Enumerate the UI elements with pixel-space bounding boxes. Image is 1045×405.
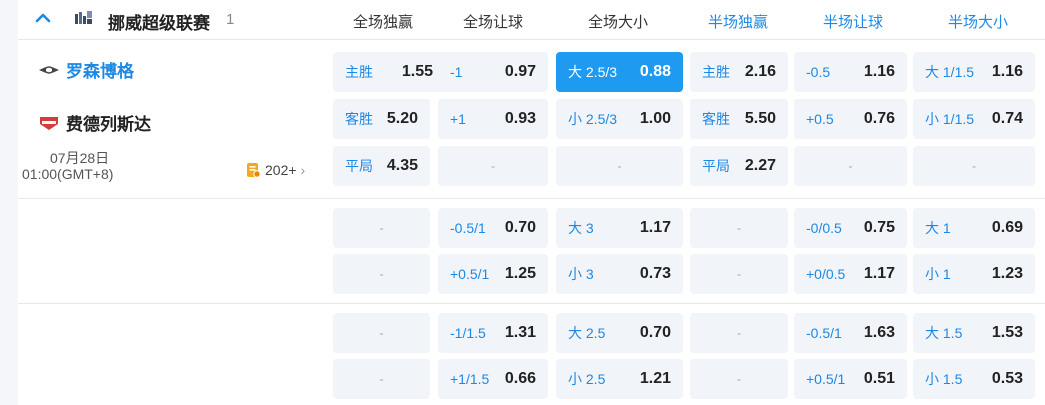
odds-empty-cell: - — [333, 359, 430, 399]
league-match-count: 1 — [226, 11, 235, 28]
odds-full-win-away[interactable]: 客胜 5.20 — [333, 99, 430, 139]
odds-empty-cell: - — [690, 208, 788, 248]
match-panel: 挪威超级联赛 1 全场独赢 全场让球 全场大小 半场独赢 半场让球 半场大小 罗… — [18, 0, 1045, 405]
odds-full-win-draw[interactable]: 平局 4.35 — [333, 146, 430, 186]
odds-full-over-under-under[interactable]: 小 2.5/3 1.00 — [556, 99, 683, 139]
col-head-half-win: 半场独赢 — [707, 14, 768, 31]
odds-full-handicap-away[interactable]: +1/1.5 0.66 — [438, 359, 548, 399]
odds-half-handicap-home[interactable]: -0.5 1.16 — [794, 52, 907, 92]
odds-full-handicap-away[interactable]: +0.5/1 1.25 — [438, 254, 548, 294]
more-markets-count: 202+ — [265, 162, 297, 178]
match-time: 01:00(GMT+8) — [22, 166, 114, 182]
odds-full-handicap-home[interactable]: -1/1.5 1.31 — [438, 313, 548, 353]
odds-empty-cell: - — [333, 208, 430, 248]
odds-full-over-under-over[interactable]: 大 2.5/3 0.88 — [556, 52, 683, 92]
league-name[interactable]: 挪威超级联赛 — [108, 9, 210, 34]
odds-empty-cell: - — [913, 146, 1035, 186]
chevron-up-icon[interactable] — [32, 7, 54, 29]
team-logo-icon — [38, 115, 60, 131]
odds-half-win-away[interactable]: 客胜 5.50 — [690, 99, 788, 139]
betslip-icon — [245, 162, 261, 178]
odds-half-over-under-over[interactable]: 大 1/1.5 1.16 — [913, 52, 1035, 92]
match-date: 07月28日 — [50, 150, 110, 166]
odds-full-over-under-over[interactable]: 大 2.5 0.70 — [556, 313, 683, 353]
odds-full-handicap-home[interactable]: -0.5/1 0.70 — [438, 208, 548, 248]
odds-empty-cell: - — [690, 254, 788, 294]
odds-half-over-under-under[interactable]: 小 1 1.23 — [913, 254, 1035, 294]
odds-empty-cell: - — [690, 313, 788, 353]
odds-full-handicap-away[interactable]: +1 0.93 — [438, 99, 548, 139]
odds-half-win-draw[interactable]: 平局 2.27 — [690, 146, 788, 186]
odds-empty-cell: - — [438, 146, 548, 186]
more-markets-link[interactable]: 202+ › — [245, 162, 305, 178]
odds-full-handicap-home[interactable]: -1 0.97 — [438, 52, 548, 92]
home-team-name: 罗森博格 — [66, 62, 134, 81]
odds-empty-cell: - — [690, 359, 788, 399]
team-logo-icon — [38, 62, 60, 78]
col-head-full-ou: 全场大小 — [587, 14, 648, 31]
odds-half-over-under-under[interactable]: 小 1/1.5 0.74 — [913, 99, 1035, 139]
col-head-full-win: 全场独赢 — [352, 14, 413, 31]
odds-half-over-under-over[interactable]: 大 1 0.69 — [913, 208, 1035, 248]
away-team[interactable]: 费德列斯达 — [38, 110, 151, 135]
col-head-full-handicap: 全场让球 — [462, 14, 523, 31]
away-team-name: 费德列斯达 — [66, 115, 151, 134]
odds-full-over-under-under[interactable]: 小 2.5 1.21 — [556, 359, 683, 399]
odds-half-handicap-away[interactable]: +0/0.5 1.17 — [794, 254, 907, 294]
odds-empty-cell: - — [556, 146, 683, 186]
odds-half-handicap-away[interactable]: +0.5/1 0.51 — [794, 359, 907, 399]
odds-empty-cell: - — [794, 146, 907, 186]
col-head-half-ou: 半场大小 — [947, 14, 1008, 31]
col-head-half-handicap: 半场让球 — [822, 14, 883, 31]
odds-full-win-home[interactable]: 主胜 1.55 — [333, 52, 445, 92]
odds-half-win-home[interactable]: 主胜 2.16 — [690, 52, 788, 92]
row-divider — [18, 198, 1045, 199]
league-header: 挪威超级联赛 1 全场独赢 全场让球 全场大小 半场独赢 半场让球 半场大小 — [18, 0, 1045, 40]
home-team[interactable]: 罗森博格 — [38, 57, 134, 82]
odds-half-over-under-under[interactable]: 小 1.5 0.53 — [913, 359, 1035, 399]
odds-half-handicap-away[interactable]: +0.5 0.76 — [794, 99, 907, 139]
odds-empty-cell: - — [333, 313, 430, 353]
odds-full-over-under-over[interactable]: 大 3 1.17 — [556, 208, 683, 248]
odds-half-handicap-home[interactable]: -0/0.5 0.75 — [794, 208, 907, 248]
odds-half-handicap-home[interactable]: -0.5/1 1.63 — [794, 313, 907, 353]
odds-empty-cell: - — [333, 254, 430, 294]
chevron-right-icon: › — [300, 162, 306, 178]
flag-icon — [74, 10, 94, 26]
row-divider — [18, 303, 1045, 304]
odds-half-over-under-over[interactable]: 大 1.5 1.53 — [913, 313, 1035, 353]
odds-full-over-under-under[interactable]: 小 3 0.73 — [556, 254, 683, 294]
